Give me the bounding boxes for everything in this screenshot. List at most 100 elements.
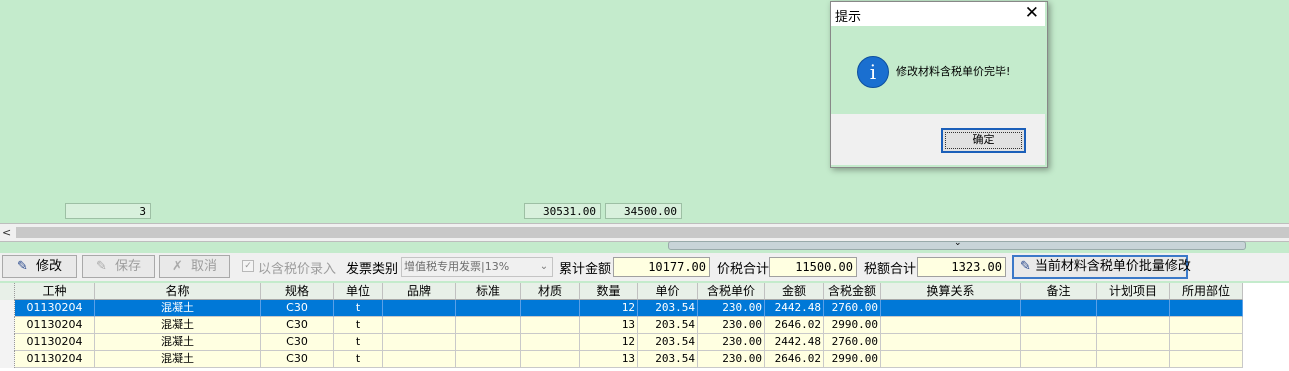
cell-work-type[interactable]: 01130204 bbox=[15, 317, 95, 334]
column-header-taxed-amount[interactable]: 含税金额 bbox=[824, 283, 881, 300]
batch-modify-taxed-price-button[interactable]: ✎ 当前材料含税单价批量修改 bbox=[1012, 255, 1191, 279]
scroll-left-icon[interactable]: < bbox=[2, 224, 14, 241]
cell-work-type[interactable]: 01130204 bbox=[15, 334, 95, 351]
cell-brand[interactable] bbox=[383, 317, 456, 334]
table-row[interactable]: 01130204 混凝土 C30 t 13 203.54 230.00 2646.02 2990… bbox=[0, 317, 1243, 334]
chevron-down-icon[interactable]: ⌄ bbox=[536, 258, 552, 276]
cell-taxed-unit-price[interactable]: 230.00 bbox=[698, 317, 765, 334]
column-header-brand[interactable]: 品牌 bbox=[383, 283, 456, 300]
ok-button[interactable]: 确定 bbox=[941, 128, 1026, 153]
column-header-taxed-unit-price[interactable]: 含税单价 bbox=[698, 283, 765, 300]
chevron-down-icon[interactable]: ⌄ bbox=[954, 238, 962, 248]
cell-unit-price[interactable]: 203.54 bbox=[638, 300, 698, 317]
invoice-type-select[interactable]: 增值税专用发票|13% ⌄ bbox=[401, 257, 553, 277]
cell-conversion[interactable] bbox=[881, 300, 1021, 317]
cell-taxed-unit-price[interactable]: 230.00 bbox=[698, 351, 765, 368]
cell-plan-item[interactable] bbox=[1097, 317, 1170, 334]
column-header-unit[interactable]: 单位 bbox=[334, 283, 383, 300]
column-header-used-location[interactable]: 所用部位 bbox=[1170, 283, 1243, 300]
cell-amount[interactable]: 2646.02 bbox=[765, 351, 824, 368]
cell-brand[interactable] bbox=[383, 300, 456, 317]
cell-spec[interactable]: C30 bbox=[261, 317, 334, 334]
cell-name[interactable]: 混凝土 bbox=[95, 300, 261, 317]
cell-quantity[interactable]: 13 bbox=[580, 317, 638, 334]
cell-material[interactable] bbox=[521, 334, 580, 351]
cell-taxed-amount[interactable]: 2990.00 bbox=[824, 351, 881, 368]
edit-button[interactable]: ✎ 修改 bbox=[2, 255, 77, 278]
column-header-conversion[interactable]: 换算关系 bbox=[881, 283, 1021, 300]
cell-conversion[interactable] bbox=[881, 334, 1021, 351]
cell-work-type[interactable]: 01130204 bbox=[15, 300, 95, 317]
cell-conversion[interactable] bbox=[881, 351, 1021, 368]
cell-name[interactable]: 混凝土 bbox=[95, 351, 261, 368]
cell-remark[interactable] bbox=[1021, 317, 1097, 334]
cell-standard[interactable] bbox=[456, 300, 521, 317]
cell-remark[interactable] bbox=[1021, 351, 1097, 368]
scroll-thumb[interactable] bbox=[16, 227, 1289, 238]
cell-unit-price[interactable]: 203.54 bbox=[638, 334, 698, 351]
cell-name[interactable]: 混凝土 bbox=[95, 334, 261, 351]
row-indicator[interactable] bbox=[0, 317, 15, 334]
cell-spec[interactable]: C30 bbox=[261, 334, 334, 351]
cell-unit-price[interactable]: 203.54 bbox=[638, 317, 698, 334]
cell-used-location[interactable] bbox=[1170, 300, 1243, 317]
table-row[interactable]: 01130204 混凝土 C30 t 12 203.54 230.00 2442.48 2760… bbox=[0, 334, 1243, 351]
column-header-unit-price[interactable]: 单价 bbox=[638, 283, 698, 300]
row-indicator[interactable] bbox=[0, 300, 15, 317]
horizontal-scrollbar[interactable]: < bbox=[0, 223, 1289, 242]
save-button[interactable]: ✎ 保存 bbox=[82, 255, 155, 278]
tax-total-field[interactable]: 1323.00 bbox=[917, 257, 1006, 277]
cell-standard[interactable] bbox=[456, 317, 521, 334]
cell-spec[interactable]: C30 bbox=[261, 300, 334, 317]
column-header-plan-item[interactable]: 计划项目 bbox=[1097, 283, 1170, 300]
table-row[interactable]: 01130204 混凝土 C30 t 12 203.54 230.00 2442.48 2760… bbox=[0, 300, 1243, 317]
cell-quantity[interactable]: 12 bbox=[580, 300, 638, 317]
column-header-standard[interactable]: 标准 bbox=[456, 283, 521, 300]
table-row[interactable]: 01130204 混凝土 C30 t 13 203.54 230.00 2646.02 2990… bbox=[0, 351, 1243, 368]
cell-quantity[interactable]: 12 bbox=[580, 334, 638, 351]
cell-brand[interactable] bbox=[383, 334, 456, 351]
cell-amount[interactable]: 2442.48 bbox=[765, 334, 824, 351]
cell-unit[interactable]: t bbox=[334, 317, 383, 334]
cell-quantity[interactable]: 13 bbox=[580, 351, 638, 368]
row-indicator[interactable] bbox=[0, 351, 15, 368]
cell-plan-item[interactable] bbox=[1097, 351, 1170, 368]
cell-material[interactable] bbox=[521, 300, 580, 317]
column-header-work-type[interactable]: 工种 bbox=[15, 283, 95, 300]
cell-unit[interactable]: t bbox=[334, 300, 383, 317]
cell-plan-item[interactable] bbox=[1097, 300, 1170, 317]
cancel-button[interactable]: ✗ 取消 bbox=[159, 255, 230, 278]
cell-material[interactable] bbox=[521, 317, 580, 334]
column-header-quantity[interactable]: 数量 bbox=[580, 283, 638, 300]
cell-taxed-unit-price[interactable]: 230.00 bbox=[698, 300, 765, 317]
cell-remark[interactable] bbox=[1021, 334, 1097, 351]
cumulative-amount-field[interactable]: 10177.00 bbox=[613, 257, 710, 277]
cell-work-type[interactable]: 01130204 bbox=[15, 351, 95, 368]
cell-amount[interactable]: 2646.02 bbox=[765, 317, 824, 334]
panel-splitter[interactable]: ⌄ bbox=[668, 238, 1246, 250]
column-header-spec[interactable]: 规格 bbox=[261, 283, 334, 300]
cell-unit-price[interactable]: 203.54 bbox=[638, 351, 698, 368]
cell-spec[interactable]: C30 bbox=[261, 351, 334, 368]
column-header-amount[interactable]: 金额 bbox=[765, 283, 824, 300]
cell-amount[interactable]: 2442.48 bbox=[765, 300, 824, 317]
cell-used-location[interactable] bbox=[1170, 351, 1243, 368]
cell-used-location[interactable] bbox=[1170, 317, 1243, 334]
cell-taxed-amount[interactable]: 2760.00 bbox=[824, 300, 881, 317]
cell-unit[interactable]: t bbox=[334, 334, 383, 351]
cell-remark[interactable] bbox=[1021, 300, 1097, 317]
cell-used-location[interactable] bbox=[1170, 334, 1243, 351]
column-header-name[interactable]: 名称 bbox=[95, 283, 261, 300]
column-header-material[interactable]: 材质 bbox=[521, 283, 580, 300]
cell-unit[interactable]: t bbox=[334, 351, 383, 368]
column-header-remark[interactable]: 备注 bbox=[1021, 283, 1097, 300]
row-indicator[interactable] bbox=[0, 334, 15, 351]
cell-plan-item[interactable] bbox=[1097, 334, 1170, 351]
cell-taxed-unit-price[interactable]: 230.00 bbox=[698, 334, 765, 351]
price-tax-total-field[interactable]: 11500.00 bbox=[769, 257, 857, 277]
cell-material[interactable] bbox=[521, 351, 580, 368]
cell-name[interactable]: 混凝土 bbox=[95, 317, 261, 334]
taxed-price-entry-checkbox[interactable]: ✓ bbox=[242, 260, 254, 272]
cell-standard[interactable] bbox=[456, 351, 521, 368]
cell-taxed-amount[interactable]: 2760.00 bbox=[824, 334, 881, 351]
